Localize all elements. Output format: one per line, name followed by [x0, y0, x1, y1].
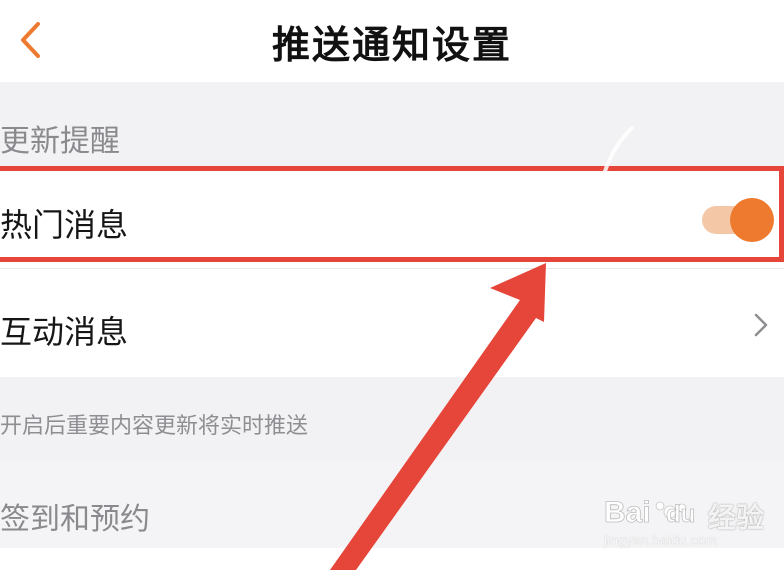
section-label-update-reminders: 更新提醒: [0, 124, 120, 159]
section-label-checkin: 签到和预约: [0, 502, 150, 537]
settings-row-label: 热门消息: [0, 206, 129, 244]
top-nav-bar: 推送通知设置: [0, 0, 784, 82]
section-footnote: 开启后重要内容更新将实时推送: [0, 414, 309, 439]
page-title: 推送通知设置: [271, 23, 512, 67]
settings-row-interaction-news[interactable]: 互动消息: [0, 269, 784, 377]
glare-stroke: [602, 126, 634, 176]
settings-row-hot-news[interactable]: 热门消息: [0, 170, 784, 268]
settings-row-label: 互动消息: [0, 313, 129, 351]
settings-row-partial[interactable]: [0, 548, 784, 570]
hot-news-toggle[interactable]: [702, 198, 776, 242]
toggle-knob: [730, 198, 774, 242]
chevron-right-icon[interactable]: [754, 313, 768, 337]
